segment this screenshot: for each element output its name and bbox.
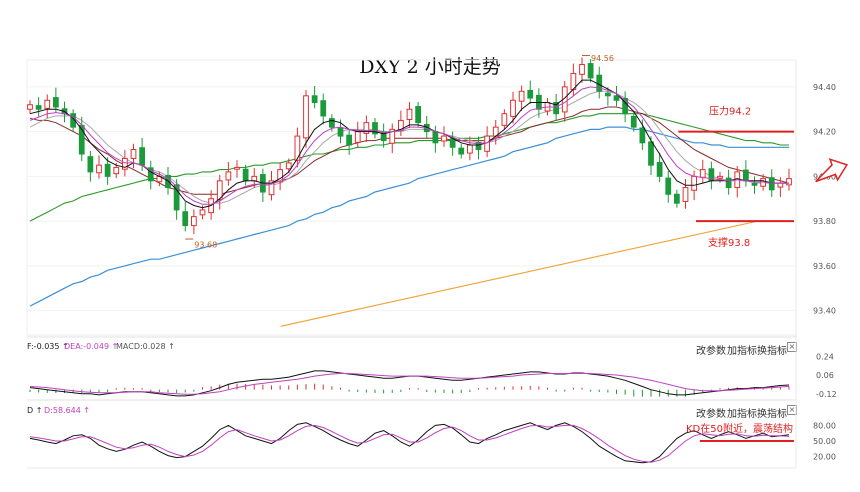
candle-body [725, 177, 732, 189]
candle-body [441, 135, 447, 142]
candle-body [311, 95, 318, 104]
candle-body [27, 104, 33, 110]
candle-body [346, 134, 353, 146]
macd-y-tick-label: 0.06 [816, 371, 834, 380]
candle-body [604, 92, 611, 97]
kd-annotation-label: KD在50附近，震荡结构 [686, 422, 793, 435]
kd-k-line [29, 422, 790, 464]
kd-legend-k: D ↑ [27, 406, 42, 415]
kd-y-tick-label: 20.00 [813, 453, 836, 462]
kd-y-tick-label: 80.00 [813, 421, 836, 430]
arrow-icon [815, 158, 849, 183]
candle-body [234, 166, 240, 170]
candle-body [113, 166, 120, 175]
macd-legend-dea: DEA:-0.049 ↑ [64, 342, 118, 351]
candle-body [35, 105, 42, 110]
main-y-tick-label: 94.20 [813, 128, 836, 137]
candle-body [449, 138, 456, 148]
high-price-label: 94.56 [591, 54, 614, 63]
candle-body [415, 106, 422, 124]
candle-body [527, 89, 534, 99]
chart-svg: 94.4094.2094.0093.8093.6093.4093.6894.56… [26, 54, 849, 469]
candle-body [768, 177, 775, 191]
chart-root: DXY 2 小时走势 改参数 加指标 换指标 × 改参数 加指标 换指标 × 9… [0, 0, 860, 492]
low-price-label: 93.68 [194, 240, 217, 249]
candle-body [139, 147, 146, 166]
candle-body [656, 161, 663, 177]
candle-body [242, 168, 249, 182]
candle-body [682, 187, 689, 202]
candle-body [518, 90, 525, 102]
candle-body [630, 115, 637, 128]
candle-body [104, 163, 111, 177]
support-label: 支撑93.8 [708, 236, 750, 249]
candle-body [665, 177, 672, 195]
candle-body [130, 149, 137, 159]
candle-body [786, 178, 792, 186]
candle-body [579, 63, 585, 75]
candle-body [354, 131, 361, 143]
candle-body [699, 169, 706, 178]
candle-body [406, 108, 413, 121]
candle-body [303, 95, 309, 139]
candle-body [673, 193, 680, 204]
main-y-tick-label: 93.80 [813, 217, 836, 226]
candle-body [742, 169, 749, 182]
candle-body [251, 175, 258, 182]
candle-body [96, 164, 102, 174]
candle-body [466, 144, 473, 154]
main-y-tick-label: 94.40 [813, 83, 836, 92]
main-y-tick-label: 93.60 [813, 262, 836, 271]
candle-body [587, 63, 594, 79]
candle-body [190, 216, 197, 227]
candle-body [501, 113, 508, 126]
main-panel-frame [26, 59, 797, 336]
macd-y-tick-label: 0.24 [816, 352, 834, 361]
macd-y-tick-label: -0.12 [816, 390, 837, 399]
candle-body [458, 147, 465, 155]
kd-d-line [29, 424, 790, 463]
candle-body [199, 209, 206, 216]
candle-body [432, 131, 439, 144]
candle-body [613, 95, 620, 101]
candle-body [87, 156, 94, 173]
candle-body [648, 141, 654, 166]
ma-black-line [29, 79, 789, 209]
candle-body [777, 182, 784, 188]
main-y-tick-label: 93.40 [813, 307, 836, 316]
candle-body [337, 127, 344, 137]
candle-body [510, 99, 516, 117]
candle-body [225, 171, 232, 181]
macd-dea-line [29, 373, 790, 395]
candle-body [320, 100, 327, 117]
candle-body [751, 183, 758, 186]
candle-body [52, 97, 59, 108]
candle-body [691, 175, 698, 191]
candle-body [639, 127, 646, 144]
kd-legend-d: D:58.644 ↑ [44, 406, 90, 415]
candle-body [182, 211, 189, 227]
candle-body [294, 135, 301, 161]
candle-body [285, 162, 292, 170]
kd-y-tick-label: 50.00 [813, 437, 836, 446]
macd-legend-dif: F:-0.035 ↑ [27, 342, 69, 351]
resistance-label: 压力94.2 [709, 105, 751, 118]
macd-legend-macd: MACD:0.028 ↑ [116, 342, 175, 351]
candle-body [44, 99, 51, 109]
candle-body [717, 175, 723, 179]
